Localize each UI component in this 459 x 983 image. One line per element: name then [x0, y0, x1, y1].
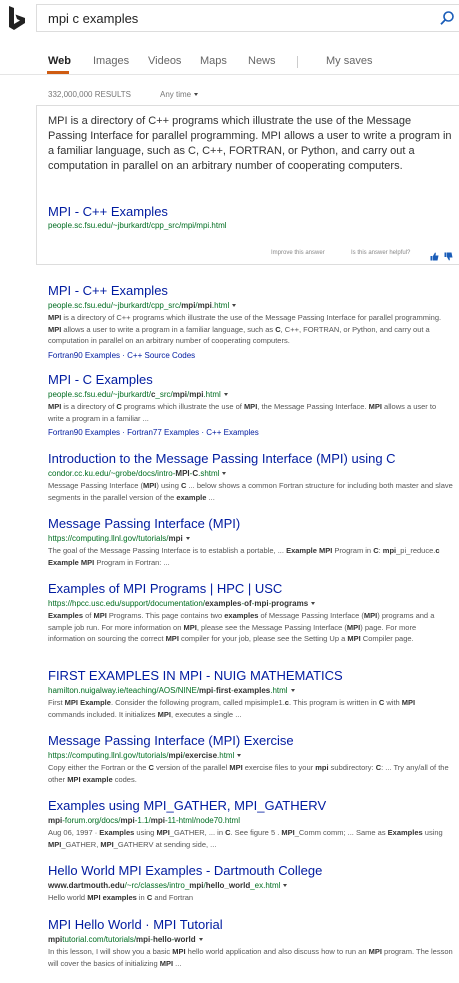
result-url[interactable]: https://computing.llnl.gov/tutorials/mpi — [48, 533, 453, 544]
result-item: Introduction to the Message Passing Inte… — [48, 450, 453, 503]
thumbs-down-icon[interactable] — [444, 248, 453, 261]
improve-answer-link[interactable]: Improve this answer — [271, 250, 325, 256]
time-filter-label: Any time — [160, 90, 192, 99]
result-snippet: MPI is a directory of C programs which i… — [48, 402, 437, 423]
result-title-link[interactable]: Examples using MPI_GATHER, MPI_GATHERV — [48, 797, 453, 814]
result-url[interactable]: hamilton.nuigalway.ie/teaching/AOS/NINE/… — [48, 685, 453, 696]
answer-card: MPI is a directory of C++ programs which… — [36, 105, 459, 265]
result-url[interactable]: condor.cc.ku.edu/~grobe/docs/intro-MPI-C… — [48, 468, 453, 479]
result-url[interactable]: people.sc.fsu.edu/~jburkardt/cpp_src/mpi… — [48, 300, 453, 311]
time-filter-dropdown[interactable]: Any time — [160, 90, 199, 99]
result-item: Message Passing Interface (MPI) Exercise… — [48, 732, 453, 785]
chevron-down-icon[interactable] — [198, 938, 203, 942]
tab-separator — [297, 56, 298, 68]
bing-logo-icon[interactable] — [8, 6, 26, 32]
tab-my-saves[interactable]: My saves — [326, 55, 372, 67]
search-icon[interactable] — [439, 10, 455, 26]
result-title-link[interactable]: MPI Hello World · MPI Tutorial — [48, 916, 453, 933]
result-snippet: Message Passing Interface (MPI) using C … — [48, 481, 453, 502]
chevron-down-icon[interactable] — [232, 304, 237, 308]
result-snippet: Copy either the Fortran or the C version… — [48, 763, 449, 784]
result-title-link[interactable]: MPI - C++ Examples — [48, 282, 453, 299]
result-url[interactable]: mpi-forum.org/docs/mpi-1.1/mpi-11-html/n… — [48, 815, 453, 826]
result-item: Examples using MPI_GATHER, MPI_GATHERV m… — [48, 797, 453, 850]
tab-images[interactable]: Images — [93, 55, 129, 67]
result-snippet: First MPI Example. Consider the followin… — [48, 698, 416, 719]
result-deeplinks: Fortran90 Examples · C++ Source Codes — [48, 350, 196, 360]
chevron-down-icon[interactable] — [237, 754, 242, 758]
chevron-down-icon[interactable] — [290, 689, 295, 693]
nav-divider — [0, 74, 459, 75]
result-item: Message Passing Interface (MPI) https://… — [48, 515, 453, 568]
result-item: Hello World MPI Examples - Dartmouth Col… — [48, 862, 453, 904]
result-snippet: In this lesson, I will show you a basic … — [48, 947, 453, 968]
tab-news[interactable]: News — [248, 55, 276, 67]
deeplink-cpp-examples[interactable]: C++ Examples — [206, 428, 258, 437]
deeplink-fortran77-examples[interactable]: Fortran77 Examples — [127, 428, 199, 437]
result-item: FIRST EXAMPLES IN MPI - NUIG MATHEMATICS… — [48, 667, 453, 720]
chevron-down-icon[interactable] — [185, 537, 190, 541]
result-title-link[interactable]: Examples of MPI Programs | HPC | USC — [48, 580, 453, 597]
result-url[interactable]: people.sc.fsu.edu/~jburkardt/c_src/mpi/m… — [48, 389, 453, 400]
result-item: MPI - C Examples people.sc.fsu.edu/~jbur… — [48, 371, 453, 438]
search-box[interactable] — [36, 4, 459, 32]
result-snippet: Aug 06, 1997 · Examples using MPI_GATHER… — [48, 828, 443, 849]
chevron-down-icon[interactable] — [283, 884, 288, 888]
result-count: 332,000,000 RESULTS — [48, 90, 132, 99]
deeplink-cpp-source-codes[interactable]: C++ Source Codes — [127, 351, 195, 360]
result-snippet: MPI is a directory of C++ programs which… — [48, 313, 442, 345]
result-title-link[interactable]: Message Passing Interface (MPI) Exercise — [48, 732, 453, 749]
result-url[interactable]: mpitutorial.com/tutorials/mpi-hello-worl… — [48, 934, 453, 945]
chevron-down-icon[interactable] — [311, 602, 316, 606]
scope-tabs: Web Images Videos Maps News My saves — [0, 55, 459, 75]
answer-url[interactable]: people.sc.fsu.edu/~jburkardt/cpp_src/mpi… — [48, 221, 227, 230]
result-title-link[interactable]: Hello World MPI Examples - Dartmouth Col… — [48, 862, 453, 879]
answer-title-link[interactable]: MPI - C++ Examples — [48, 204, 168, 219]
result-title-link[interactable]: Message Passing Interface (MPI) — [48, 515, 453, 532]
answer-helpful-label: Is this answer helpful? — [351, 250, 411, 256]
result-item: MPI Hello World · MPI Tutorial mpitutori… — [48, 916, 453, 969]
chevron-down-icon[interactable] — [223, 393, 228, 397]
result-item: Examples of MPI Programs | HPC | USC htt… — [48, 580, 453, 645]
result-item: MPI - C++ Examples people.sc.fsu.edu/~jb… — [48, 282, 453, 361]
result-snippet: Hello world MPI examples in C and Fortra… — [48, 893, 194, 902]
result-title-link[interactable]: Introduction to the Message Passing Inte… — [48, 450, 453, 467]
tab-web[interactable]: Web — [48, 55, 71, 67]
tab-videos[interactable]: Videos — [148, 55, 181, 67]
chevron-down-icon[interactable] — [222, 472, 227, 476]
chevron-down-icon — [194, 93, 199, 97]
answer-text: MPI is a directory of C++ programs which… — [48, 115, 452, 172]
tab-maps[interactable]: Maps — [200, 55, 227, 67]
deeplink-fortran90-examples[interactable]: Fortran90 Examples — [48, 351, 120, 360]
result-snippet: Examples of MPI Programs. This page cont… — [48, 611, 435, 643]
result-snippet: The goal of the Message Passing Interfac… — [48, 546, 440, 567]
deeplink-fortran90-examples[interactable]: Fortran90 Examples — [48, 428, 120, 437]
result-url[interactable]: https://computing.llnl.gov/tutorials/mpi… — [48, 750, 453, 761]
search-input[interactable] — [48, 11, 428, 26]
result-url[interactable]: www.dartmouth.edu/~rc/classes/intro_mpi/… — [48, 880, 453, 891]
result-deeplinks: Fortran90 Examples · Fortran77 Examples … — [48, 428, 259, 437]
thumbs-up-icon[interactable] — [430, 248, 439, 261]
result-title-link[interactable]: FIRST EXAMPLES IN MPI - NUIG MATHEMATICS — [48, 667, 453, 684]
result-title-link[interactable]: MPI - C Examples — [48, 371, 453, 388]
result-url[interactable]: https://hpcc.usc.edu/support/documentati… — [48, 598, 453, 609]
